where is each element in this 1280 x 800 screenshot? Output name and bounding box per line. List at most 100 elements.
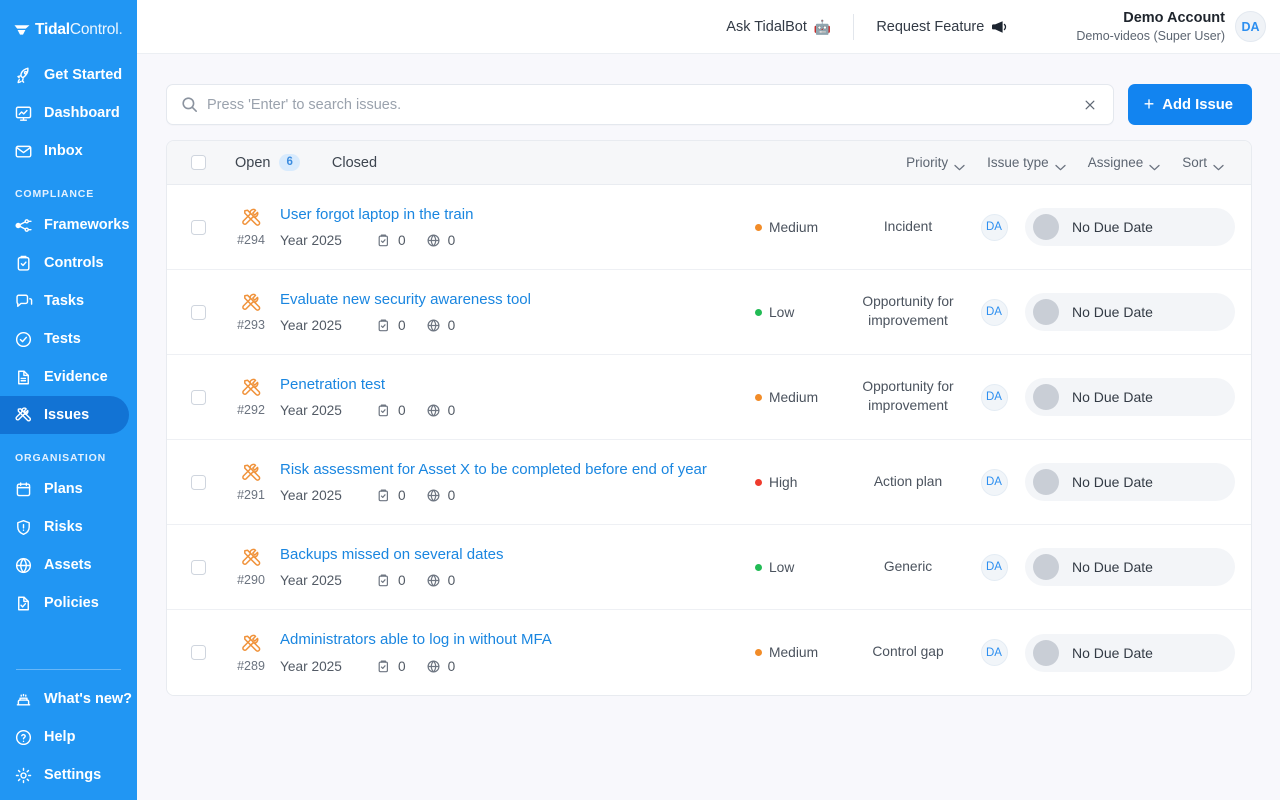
issue-title-link[interactable]: Backups missed on several dates — [280, 546, 729, 565]
select-all-checkbox[interactable] — [191, 155, 206, 170]
filter-assignee[interactable]: Assignee — [1077, 151, 1172, 174]
issue-type: Opportunity for improvement — [862, 294, 954, 328]
sidebar-item-tasks[interactable]: Tasks — [0, 282, 129, 320]
row-checkbox[interactable] — [191, 389, 206, 405]
search-input[interactable] — [207, 96, 1079, 113]
tab-closed[interactable]: Closed — [328, 152, 381, 174]
tools-icon — [240, 547, 263, 570]
row-checkbox[interactable] — [191, 645, 206, 660]
sidebar-item-inbox[interactable]: Inbox — [0, 132, 129, 170]
sidebar-item-label: Evidence — [44, 369, 108, 385]
issue-due-date: No Due Date — [1025, 378, 1235, 416]
sidebar-item-whats-new[interactable]: What's new? — [0, 680, 132, 718]
filter-priority[interactable]: Priority — [895, 151, 976, 174]
due-date-picker[interactable]: No Due Date — [1025, 293, 1235, 331]
due-date-picker[interactable]: No Due Date — [1025, 378, 1235, 416]
sidebar-item-label: Frameworks — [44, 217, 130, 233]
row-checkbox[interactable] — [191, 219, 206, 235]
clipboard-check-icon — [376, 659, 391, 674]
issue-meta: Year 2025 0 0 — [280, 659, 729, 674]
issue-assignee: DA — [963, 383, 1025, 411]
ask-tidalbot-button[interactable]: Ask TidalBot 🤖 — [704, 19, 853, 35]
chevron-down-icon — [954, 159, 965, 171]
table-row[interactable]: #294 User forgot laptop in the train Yea… — [167, 185, 1251, 270]
sidebar-item-frameworks[interactable]: Frameworks — [0, 206, 129, 244]
tools-icon — [240, 633, 263, 656]
due-date-picker[interactable]: No Due Date — [1025, 633, 1235, 672]
tab-closed-label: Closed — [331, 154, 378, 171]
sidebar-item-issues[interactable]: Issues — [0, 396, 129, 434]
issue-title-link[interactable]: Penetration test — [280, 376, 729, 395]
filter-sort[interactable]: Sort — [1171, 151, 1235, 174]
issue-id-block: #292 — [222, 377, 280, 417]
avatar[interactable]: DA — [1235, 11, 1266, 42]
sidebar-item-label: Settings — [44, 767, 102, 783]
sidebar-item-get-started[interactable]: Get Started — [0, 56, 129, 94]
account-text: Demo Account Demo-videos (Super User) — [1076, 9, 1225, 45]
sidebar-item-controls[interactable]: Controls — [0, 244, 129, 282]
issue-title-link[interactable]: Administrators able to log in without MF… — [280, 631, 729, 650]
issue-id: #293 — [237, 318, 265, 332]
due-date-picker[interactable]: No Due Date — [1025, 548, 1235, 586]
table-row[interactable]: #290 Backups missed on several dates Yea… — [167, 525, 1251, 610]
app-logo[interactable]: TidalControl. — [0, 0, 137, 44]
priority-dot-icon — [755, 223, 762, 231]
sidebar-item-evidence[interactable]: Evidence — [0, 358, 129, 396]
row-checkbox[interactable] — [191, 304, 206, 320]
issue-tasks-count-value: 0 — [398, 318, 406, 334]
sidebar-item-assets[interactable]: Assets — [0, 546, 129, 584]
issue-tasks-count: 0 — [376, 233, 406, 248]
chevron-down-icon — [1149, 159, 1160, 171]
sidebar-item-policies[interactable]: Policies — [0, 584, 129, 622]
issue-priority: Medium — [741, 220, 853, 235]
issue-title-link[interactable]: Risk assessment for Asset X to be comple… — [280, 461, 729, 480]
search-bar[interactable] — [166, 84, 1114, 125]
issue-title-link[interactable]: Evaluate new security awareness tool — [280, 291, 729, 310]
priority-label: High — [769, 474, 798, 490]
sidebar-divider — [16, 669, 121, 670]
issue-tasks-count-value: 0 — [398, 573, 406, 589]
clear-search-icon[interactable] — [1079, 94, 1101, 116]
sidebar-item-settings[interactable]: Settings — [0, 756, 129, 794]
question-circle-icon — [14, 728, 33, 747]
table-row[interactable]: #293 Evaluate new security awareness too… — [167, 270, 1251, 355]
issue-title-link[interactable]: User forgot laptop in the train — [280, 206, 729, 225]
due-date-picker[interactable]: No Due Date — [1025, 208, 1235, 246]
sidebar-nav-primary: Get Started Dashboard Inbox — [0, 56, 137, 170]
request-feature-button[interactable]: Request Feature — [854, 19, 1030, 35]
assignee-avatar[interactable]: DA — [980, 298, 1008, 326]
account-name: Demo Account — [1123, 9, 1225, 26]
table-row[interactable]: #292 Penetration test Year 2025 0 0 Medi… — [167, 355, 1251, 440]
issue-id: #294 — [237, 233, 265, 247]
sidebar-item-help[interactable]: Help — [0, 718, 129, 756]
sidebar-item-plans[interactable]: Plans — [0, 470, 129, 508]
table-row[interactable]: #291 Risk assessment for Asset X to be c… — [167, 440, 1251, 525]
issue-year: Year 2025 — [280, 573, 342, 589]
due-avatar-placeholder-icon — [1033, 639, 1059, 666]
account-menu[interactable]: Demo Account Demo-videos (Super User) DA — [1076, 9, 1266, 45]
sidebar-item-tests[interactable]: Tests — [0, 320, 129, 358]
logo-text-bold: Tidal — [35, 21, 70, 38]
sidebar-item-dashboard[interactable]: Dashboard — [0, 94, 129, 132]
issue-assets-count-value: 0 — [447, 233, 456, 249]
assignee-avatar[interactable]: DA — [980, 553, 1008, 581]
due-date-label: No Due Date — [1072, 644, 1153, 661]
due-date-picker[interactable]: No Due Date — [1025, 463, 1235, 501]
tasks-icon — [14, 292, 33, 311]
assignee-avatar[interactable]: DA — [980, 213, 1008, 241]
sidebar-item-risks[interactable]: Risks — [0, 508, 129, 546]
issue-year: Year 2025 — [280, 488, 342, 504]
frameworks-icon — [14, 216, 33, 235]
issue-assets-count-value: 0 — [447, 318, 456, 334]
assignee-avatar[interactable]: DA — [980, 383, 1008, 411]
row-checkbox[interactable] — [191, 474, 206, 490]
table-row[interactable]: #289 Administrators able to log in witho… — [167, 610, 1251, 695]
add-issue-button[interactable]: + Add Issue — [1127, 84, 1252, 125]
assignee-avatar[interactable]: DA — [980, 468, 1008, 496]
due-date-label: No Due Date — [1072, 389, 1153, 405]
filter-priority-label: Priority — [906, 155, 949, 170]
row-checkbox[interactable] — [191, 559, 206, 575]
assignee-avatar[interactable]: DA — [980, 639, 1008, 666]
filter-issue-type[interactable]: Issue type — [976, 151, 1077, 174]
tab-open[interactable]: Open 6 — [231, 151, 304, 174]
